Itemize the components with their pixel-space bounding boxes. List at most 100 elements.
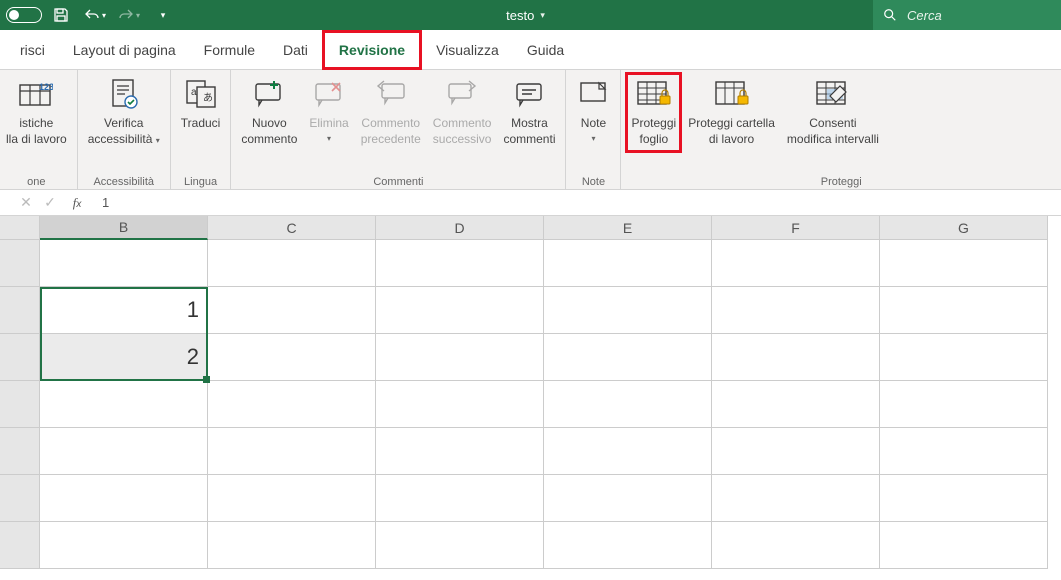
cell[interactable] bbox=[376, 334, 544, 381]
search-box[interactable] bbox=[873, 0, 1061, 30]
select-all-corner[interactable] bbox=[0, 216, 40, 240]
delete-comment-icon bbox=[312, 76, 346, 112]
row-header[interactable] bbox=[0, 287, 40, 334]
prev-comment-icon bbox=[374, 76, 408, 112]
search-input[interactable] bbox=[907, 8, 1037, 23]
cell[interactable] bbox=[208, 381, 376, 428]
column-header-d[interactable]: D bbox=[376, 216, 544, 240]
cell[interactable] bbox=[376, 475, 544, 522]
group-label: Lingua bbox=[175, 174, 227, 188]
cell[interactable] bbox=[880, 428, 1048, 475]
cell[interactable] bbox=[208, 428, 376, 475]
cell[interactable] bbox=[40, 475, 208, 522]
save-button[interactable] bbox=[46, 0, 76, 30]
check-accessibility-button[interactable]: Verificaaccessibilità ▾ bbox=[82, 72, 166, 150]
translate-icon: aあ bbox=[184, 76, 218, 112]
ribbon-tabs: risci Layout di pagina Formule Dati Revi… bbox=[0, 30, 1061, 70]
cell[interactable]: 2 bbox=[40, 334, 208, 381]
column-header-f[interactable]: F bbox=[712, 216, 880, 240]
cell[interactable] bbox=[40, 522, 208, 569]
protect-workbook-icon bbox=[714, 76, 750, 112]
search-icon bbox=[883, 8, 897, 22]
document-title: testo▾ bbox=[178, 8, 873, 23]
row-header[interactable] bbox=[0, 522, 40, 569]
new-comment-button[interactable]: Nuovocommento bbox=[235, 72, 303, 150]
cell[interactable] bbox=[544, 428, 712, 475]
show-comments-button[interactable]: Mostracommenti bbox=[497, 72, 561, 150]
row-header[interactable] bbox=[0, 428, 40, 475]
formula-value[interactable]: 1 bbox=[92, 195, 109, 210]
cell[interactable] bbox=[712, 334, 880, 381]
column-header-e[interactable]: E bbox=[544, 216, 712, 240]
cell[interactable] bbox=[712, 522, 880, 569]
cell[interactable] bbox=[208, 522, 376, 569]
tab-guida[interactable]: Guida bbox=[513, 30, 578, 70]
column-header-g[interactable]: G bbox=[880, 216, 1048, 240]
cell[interactable] bbox=[712, 287, 880, 334]
translate-button[interactable]: aあ Traduci bbox=[175, 72, 227, 150]
cell[interactable] bbox=[376, 428, 544, 475]
cell[interactable] bbox=[880, 522, 1048, 569]
statistics-icon: 123 bbox=[19, 76, 53, 112]
cell[interactable] bbox=[208, 334, 376, 381]
row-header[interactable] bbox=[0, 240, 40, 287]
qat-customize[interactable]: ▾ bbox=[148, 0, 178, 30]
cell[interactable] bbox=[208, 287, 376, 334]
row-header[interactable] bbox=[0, 475, 40, 522]
group-label: Proteggi bbox=[625, 174, 1057, 188]
cell[interactable] bbox=[712, 475, 880, 522]
cell[interactable] bbox=[376, 522, 544, 569]
cell[interactable] bbox=[544, 522, 712, 569]
cell[interactable] bbox=[40, 381, 208, 428]
row-header[interactable] bbox=[0, 381, 40, 428]
ribbon: 123 istichella di lavoro one Verificaacc… bbox=[0, 70, 1061, 190]
row-header[interactable] bbox=[0, 334, 40, 381]
cell[interactable] bbox=[208, 240, 376, 287]
cell[interactable] bbox=[544, 334, 712, 381]
workbook-statistics-button[interactable]: 123 istichella di lavoro bbox=[0, 72, 73, 150]
cell[interactable] bbox=[880, 240, 1048, 287]
cell[interactable]: 1 bbox=[40, 287, 208, 334]
cell[interactable] bbox=[40, 428, 208, 475]
delete-comment-button: Elimina▾ bbox=[303, 72, 354, 150]
notes-button[interactable]: Note▾ bbox=[570, 72, 616, 150]
cell[interactable] bbox=[40, 240, 208, 287]
group-label: Note bbox=[570, 174, 616, 188]
allow-edit-ranges-button[interactable]: Consentimodifica intervalli bbox=[781, 72, 885, 150]
cell[interactable] bbox=[880, 334, 1048, 381]
formula-bar: ✕ ✓ fx 1 bbox=[0, 190, 1061, 216]
tab-layout[interactable]: Layout di pagina bbox=[59, 30, 190, 70]
cell[interactable] bbox=[544, 287, 712, 334]
protect-sheet-button[interactable]: Proteggifoglio bbox=[625, 72, 682, 153]
tab-dati[interactable]: Dati bbox=[269, 30, 322, 70]
tab-inserisci-partial[interactable]: risci bbox=[6, 30, 59, 70]
fx-button[interactable]: fx bbox=[62, 195, 92, 211]
cell[interactable] bbox=[712, 428, 880, 475]
cell[interactable] bbox=[376, 381, 544, 428]
tab-formule[interactable]: Formule bbox=[190, 30, 269, 70]
group-label: Accessibilità bbox=[82, 174, 166, 188]
spreadsheet-grid[interactable]: B C D E F G 1 2 bbox=[0, 216, 1061, 569]
cell[interactable] bbox=[880, 287, 1048, 334]
cell[interactable] bbox=[544, 240, 712, 287]
protect-sheet-icon bbox=[636, 76, 672, 112]
cell[interactable] bbox=[376, 240, 544, 287]
tab-visualizza[interactable]: Visualizza bbox=[422, 30, 513, 70]
next-comment-button: Commentosuccessivo bbox=[427, 72, 498, 150]
tab-revisione[interactable]: Revisione bbox=[322, 30, 422, 70]
redo-button[interactable]: ▾ bbox=[114, 0, 144, 30]
cell[interactable] bbox=[712, 381, 880, 428]
cell[interactable] bbox=[544, 381, 712, 428]
cell[interactable] bbox=[376, 287, 544, 334]
previous-comment-button: Commentoprecedente bbox=[355, 72, 427, 150]
protect-workbook-button[interactable]: Proteggi cartelladi lavoro bbox=[682, 72, 781, 150]
undo-button[interactable]: ▾ bbox=[80, 0, 110, 30]
cell[interactable] bbox=[880, 381, 1048, 428]
cell[interactable] bbox=[712, 240, 880, 287]
cell[interactable] bbox=[880, 475, 1048, 522]
cell[interactable] bbox=[208, 475, 376, 522]
autosave-toggle[interactable] bbox=[6, 7, 42, 23]
column-header-c[interactable]: C bbox=[208, 216, 376, 240]
cell[interactable] bbox=[544, 475, 712, 522]
column-header-b[interactable]: B bbox=[40, 216, 208, 240]
